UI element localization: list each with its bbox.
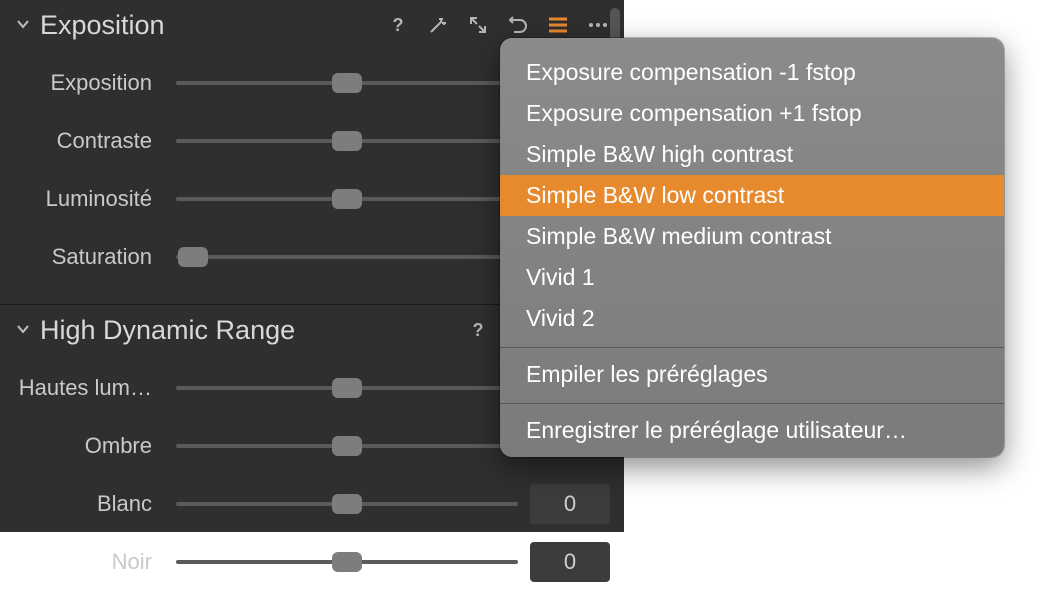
slider-label: Ombre <box>16 433 176 459</box>
presets-list: Exposure compensation -1 fstop Exposure … <box>500 48 1004 343</box>
group-title: High Dynamic Range <box>40 315 466 346</box>
slider-thumb[interactable] <box>332 552 362 572</box>
slider-value[interactable]: 0 <box>530 484 610 524</box>
chevron-down-icon <box>16 322 28 334</box>
presets-icon[interactable] <box>546 13 570 37</box>
slider[interactable] <box>176 68 518 98</box>
group-toolbar: ? <box>386 13 610 37</box>
slider[interactable] <box>176 373 518 403</box>
slider-thumb[interactable] <box>332 494 362 514</box>
divider <box>500 403 1004 404</box>
divider <box>500 347 1004 348</box>
slider[interactable] <box>176 126 518 156</box>
help-icon[interactable]: ? <box>466 318 490 342</box>
save-preset-item[interactable]: Enregistrer le préréglage utilisateur… <box>500 410 1004 451</box>
wand-icon[interactable] <box>426 13 450 37</box>
chevron-down-icon <box>16 17 28 29</box>
preset-item[interactable]: Simple B&W high contrast <box>500 134 1004 175</box>
svg-text:?: ? <box>393 15 404 35</box>
slider-label: Luminosité <box>16 186 176 212</box>
slider-label: Exposition <box>16 70 176 96</box>
preset-item[interactable]: Vivid 1 <box>500 257 1004 298</box>
slider[interactable] <box>176 489 518 519</box>
preset-item[interactable]: Exposure compensation +1 fstop <box>500 93 1004 134</box>
slider-row: Noir 0 <box>0 533 624 591</box>
slider[interactable] <box>176 431 518 461</box>
svg-text:?: ? <box>473 320 484 340</box>
slider-label: Contraste <box>16 128 176 154</box>
slider[interactable] <box>176 184 518 214</box>
preset-item[interactable]: Vivid 2 <box>500 298 1004 339</box>
slider-thumb[interactable] <box>332 378 362 398</box>
undo-icon[interactable] <box>506 13 530 37</box>
slider[interactable] <box>176 547 518 577</box>
slider-label: Blanc <box>16 491 176 517</box>
preset-item[interactable]: Exposure compensation -1 fstop <box>500 52 1004 93</box>
slider-thumb[interactable] <box>332 189 362 209</box>
preset-item[interactable]: Simple B&W medium contrast <box>500 216 1004 257</box>
slider-label: Saturation <box>16 244 176 270</box>
help-icon[interactable]: ? <box>386 13 410 37</box>
slider-thumb[interactable] <box>332 131 362 151</box>
slider-row: Blanc 0 <box>0 475 624 533</box>
slider-value[interactable]: 0 <box>530 542 610 582</box>
slider-label: Hautes lum… <box>16 375 176 401</box>
slider[interactable] <box>176 242 518 272</box>
slider-label: Noir <box>16 549 176 575</box>
more-icon[interactable] <box>586 13 610 37</box>
expand-icon[interactable] <box>466 13 490 37</box>
slider-thumb[interactable] <box>178 247 208 267</box>
stack-presets-item[interactable]: Empiler les préréglages <box>500 354 1004 395</box>
presets-popup: Exposure compensation -1 fstop Exposure … <box>500 38 1004 457</box>
slider-thumb[interactable] <box>332 436 362 456</box>
slider-thumb[interactable] <box>332 73 362 93</box>
group-title: Exposition <box>40 10 386 41</box>
preset-item[interactable]: Simple B&W low contrast <box>500 175 1004 216</box>
